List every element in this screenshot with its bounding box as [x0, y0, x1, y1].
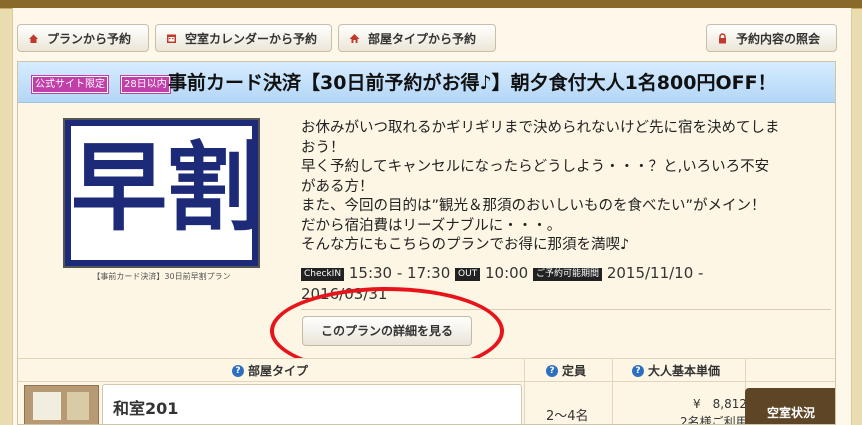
- lock-icon: [717, 32, 728, 44]
- plan-description: お休みがいつ取れるかギリギリまで決められないけど先に宿を決めてしま おう！ 早く…: [301, 119, 821, 256]
- vacancy-status-button[interactable]: 空室状況: [745, 388, 835, 424]
- column-divider: [612, 358, 613, 424]
- house-icon: [349, 33, 360, 44]
- plan-image-caption: 【事前カード決済】30日前早割プラン: [92, 272, 231, 281]
- logo-char-early: 早: [71, 132, 167, 244]
- checkin-time: 15:30 - 17:30: [348, 264, 451, 282]
- roomtype-reserve-label: 部屋タイプから予約: [368, 31, 477, 46]
- calendar-reserve-button[interactable]: 空室カレンダーから予約: [155, 24, 332, 52]
- period-label: ご予約可能期間: [533, 268, 603, 281]
- days-badge: 28日以内: [120, 75, 171, 94]
- reservation-inquiry-label: 予約内容の照会: [736, 31, 821, 46]
- checkout-time: 10:00: [485, 264, 529, 282]
- checkout-label: OUT: [455, 268, 481, 281]
- divider: [301, 309, 831, 310]
- description-line: また、今回の目的は”観光＆那須のおいしいものを食べたい”がメイン！: [301, 198, 766, 214]
- thumbnail-shoji: [67, 392, 89, 420]
- logo-char-discount: 割: [166, 132, 262, 244]
- header-capacity-label: 定員: [562, 364, 587, 378]
- header-roomtype: ? 部屋タイプ: [232, 362, 308, 379]
- description-line: だから宿泊費はリーズナブルに・・・。: [301, 217, 562, 234]
- header-capacity: ? 定員: [546, 362, 586, 379]
- plan-card: 公式サイト限定 28日以内 事前カード決済【30日前予約がお得♪】朝夕食付大人1…: [17, 61, 836, 425]
- help-icon[interactable]: ?: [232, 364, 244, 377]
- early-discount-logo[interactable]: 早 割: [63, 118, 262, 268]
- home-icon: [28, 33, 39, 44]
- room-thumbnail[interactable]: [24, 385, 99, 424]
- logo-panel: 早 割: [71, 126, 262, 260]
- room-capacity: 2～4名: [546, 409, 589, 424]
- period-end: 2016/03/31: [301, 285, 388, 303]
- description-line: 早く予約してキャンセルになったらどうしよう・・・？と,いろいろ不安: [301, 159, 770, 175]
- plan-reserve-button[interactable]: プランから予約: [17, 24, 149, 52]
- header-price: ? 大人基本単価: [632, 362, 720, 379]
- plan-reserve-label: プランから予約: [47, 31, 132, 46]
- roomtype-reserve-button[interactable]: 部屋タイプから予約: [338, 24, 496, 52]
- plan-times: CheckIN 15:30 - 17:30 OUT 10:00 ご予約可能期間 …: [301, 263, 821, 305]
- description-line: がある方！: [301, 178, 374, 195]
- help-icon[interactable]: ?: [632, 364, 644, 377]
- thumbnail-window: [33, 392, 61, 420]
- room-row[interactable]: 和室201: [102, 384, 522, 424]
- description-line: そんな方にもこちらのプランでお得に那須を満喫♪: [301, 237, 630, 253]
- period-start: 2015/11/10 -: [606, 264, 704, 282]
- header-price-label: 大人基本単価: [648, 364, 721, 378]
- room-name: 和室201: [113, 399, 179, 418]
- description-line: お休みがいつ取れるかギリギリまで決められないけど先に宿を決めてしま: [301, 120, 780, 136]
- calendar-icon: [166, 33, 177, 44]
- calendar-reserve-label: 空室カレンダーから予約: [185, 31, 318, 46]
- official-site-badge: 公式サイト限定: [31, 75, 109, 94]
- reservation-inquiry-button[interactable]: 予約内容の照会: [706, 24, 837, 52]
- column-divider: [524, 358, 525, 424]
- plan-detail-button[interactable]: このプランの詳細を見る: [302, 316, 472, 346]
- plan-title-bar: 公式サイト限定 28日以内 事前カード決済【30日前予約がお得♪】朝夕食付大人1…: [18, 62, 835, 103]
- description-line: おう！: [301, 139, 345, 156]
- plan-title: 事前カード決済【30日前予約がお得♪】朝夕食付大人1名800円OFF！: [168, 72, 777, 94]
- checkin-label: CheckIN: [301, 268, 345, 281]
- header-roomtype-label: 部屋タイプ: [248, 364, 309, 378]
- help-icon[interactable]: ?: [546, 364, 558, 377]
- room-table-header: ? 部屋タイプ ? 定員 ? 大人基本単価: [18, 358, 835, 382]
